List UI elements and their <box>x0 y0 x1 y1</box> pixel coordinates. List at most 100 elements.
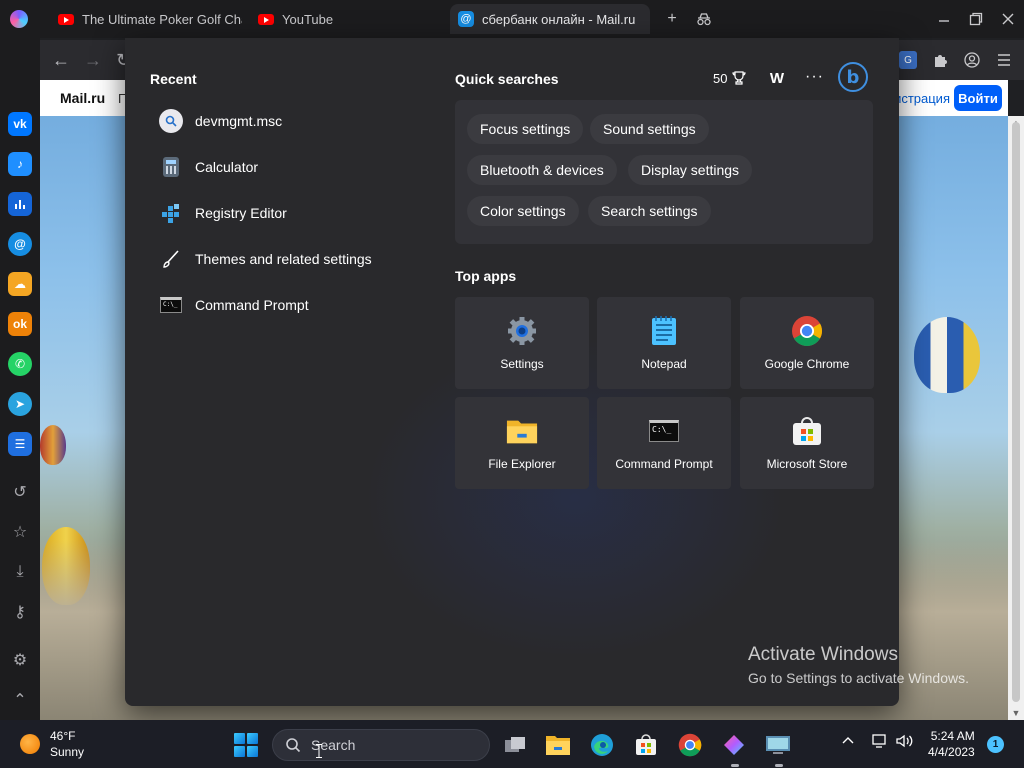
taskbar-clock[interactable]: 5:24 AM 4/4/2023 <box>928 728 975 760</box>
download-icon[interactable]: ⤓ <box>10 562 30 582</box>
top-apps-title: Top apps <box>455 268 517 284</box>
clock-date: 4/4/2023 <box>928 745 975 759</box>
register-link[interactable]: истрация <box>894 91 950 106</box>
command-prompt-icon: C:\_ <box>648 415 680 447</box>
notepad-icon <box>648 315 680 347</box>
running-indicator <box>775 764 783 767</box>
telegram-icon[interactable]: ➤ <box>8 392 32 416</box>
user-avatar[interactable]: W <box>765 66 789 90</box>
recent-item-label: devmgmt.msc <box>195 113 283 129</box>
chrome-icon[interactable] <box>677 732 703 758</box>
app-label: Notepad <box>641 357 687 371</box>
edge-icon[interactable] <box>589 732 615 758</box>
windows-start-icon[interactable] <box>234 733 258 757</box>
app-label: Settings <box>500 357 544 371</box>
settings-icon[interactable]: ⚙ <box>10 650 30 670</box>
weather-widget[interactable]: 46°F Sunny <box>20 728 84 760</box>
key-icon[interactable]: ⚷ <box>10 602 30 622</box>
page-scrollbar[interactable]: ▲ ▼ <box>1008 116 1024 720</box>
chip-bluetooth-devices[interactable]: Bluetooth & devices <box>467 155 617 185</box>
back-arrow-icon[interactable]: ← <box>52 50 70 71</box>
incognito-icon[interactable] <box>694 9 714 29</box>
volume-icon[interactable] <box>896 734 914 751</box>
chip-display-settings[interactable]: Display settings <box>628 155 753 185</box>
top-app-notepad[interactable]: Notepad <box>597 297 731 389</box>
microsoft-store-icon[interactable] <box>633 732 659 758</box>
watermark-title: Activate Windows <box>748 644 898 665</box>
remote-desktop-icon[interactable] <box>765 732 791 758</box>
recent-item-command-prompt[interactable]: C:\_ Command Prompt <box>159 290 309 320</box>
quick-searches-title: Quick searches <box>455 71 559 87</box>
chip-focus-settings[interactable]: Focus settings <box>467 114 584 144</box>
task-view-icon[interactable] <box>502 732 528 758</box>
recent-title: Recent <box>150 71 197 87</box>
recent-item-calculator[interactable]: Calculator <box>159 152 258 182</box>
tab-title: сбербанк онлайн - Mail.ru <box>482 11 636 27</box>
scrollbar-thumb[interactable] <box>1012 122 1020 702</box>
chrome-icon <box>791 315 823 347</box>
more-options-icon[interactable]: ··· <box>805 68 824 86</box>
top-app-microsoft-store[interactable]: Microsoft Store <box>740 397 874 489</box>
top-app-chrome[interactable]: Google Chrome <box>740 297 874 389</box>
stats-icon[interactable] <box>8 192 32 216</box>
browser-app-icon[interactable] <box>721 732 747 758</box>
text-cursor-icon <box>316 744 322 758</box>
recent-item-devmgmt[interactable]: devmgmt.msc <box>159 106 282 136</box>
chip-sound-settings[interactable]: Sound settings <box>590 114 709 144</box>
whatsapp-icon[interactable]: ✆ <box>8 352 32 376</box>
taskbar-search-input[interactable]: Search <box>272 729 490 761</box>
chip-color-settings[interactable]: Color settings <box>467 196 579 226</box>
rewards-points-value: 50 <box>713 70 728 86</box>
sun-icon <box>20 734 40 754</box>
odnoklassniki-icon[interactable]: ok <box>8 312 32 336</box>
recent-item-label: Registry Editor <box>195 205 287 221</box>
tab-mail-ru[interactable]: @ сбербанк онлайн - Mail.ru <box>450 4 650 34</box>
translate-extension-icon[interactable]: G <box>899 51 917 69</box>
tab-youtube[interactable]: YouTube <box>250 4 440 34</box>
vk-icon[interactable]: vk <box>8 112 32 136</box>
mail-ru-logo[interactable]: Mail.ru <box>60 90 105 106</box>
top-app-command-prompt[interactable]: C:\_ Command Prompt <box>597 397 731 489</box>
puzzle-extensions-icon[interactable] <box>931 51 949 69</box>
recent-item-label: Calculator <box>195 159 259 175</box>
microsoft-store-icon <box>791 415 823 447</box>
recent-item-themes[interactable]: Themes and related settings <box>159 244 372 274</box>
new-tab-button[interactable]: + <box>662 9 682 29</box>
tab-poker-golf[interactable]: The Ultimate Poker Golf Chal <box>50 4 242 34</box>
menu-icon[interactable] <box>995 51 1013 69</box>
chevron-up-icon[interactable] <box>842 734 854 750</box>
mail-at-icon[interactable]: @ <box>8 232 32 256</box>
login-button[interactable]: Войти <box>954 85 1002 111</box>
music-icon[interactable]: ♪ <box>8 152 32 176</box>
top-app-settings[interactable]: Settings <box>455 297 589 389</box>
scroll-down-arrow-icon[interactable]: ▼ <box>1011 708 1021 718</box>
recent-item-registry-editor[interactable]: Registry Editor <box>159 198 287 228</box>
hot-air-balloon <box>914 317 980 393</box>
file-explorer-icon[interactable] <box>545 732 571 758</box>
registry-editor-icon <box>159 201 183 225</box>
youtube-icon <box>258 13 274 25</box>
network-icon[interactable] <box>872 734 888 751</box>
brush-icon <box>159 247 183 271</box>
star-icon[interactable]: ☆ <box>10 522 30 542</box>
bing-icon[interactable]: b <box>838 62 868 92</box>
cloud-icon[interactable]: ☁ <box>8 272 32 296</box>
rewards-points[interactable]: 50 <box>713 70 747 86</box>
collapse-chevron-icon[interactable]: ⌃ <box>10 690 30 710</box>
history-icon[interactable]: ↺ <box>10 482 30 502</box>
notification-badge[interactable]: 1 <box>987 736 1004 753</box>
browser-sidebar: vk ♪ @ ☁ ok ✆ ➤ ☰ ↺ ☆ ⤓ ⚷ ⚙ ⌃ <box>0 38 40 720</box>
search-icon <box>159 109 183 133</box>
profile-icon[interactable] <box>963 51 981 69</box>
close-window-button[interactable] <box>998 9 1018 29</box>
chip-search-settings[interactable]: Search settings <box>588 196 711 226</box>
forward-arrow-icon[interactable]: → <box>84 50 102 71</box>
clock-time: 5:24 AM <box>930 729 975 743</box>
top-app-file-explorer[interactable]: File Explorer <box>455 397 589 489</box>
browser-logo-icon[interactable] <box>10 10 28 28</box>
list-icon[interactable]: ☰ <box>8 432 32 456</box>
minimize-button[interactable] <box>934 9 954 29</box>
weather-desc: Sunny <box>50 745 85 759</box>
restore-button[interactable] <box>966 9 986 29</box>
trophy-icon <box>732 71 747 85</box>
